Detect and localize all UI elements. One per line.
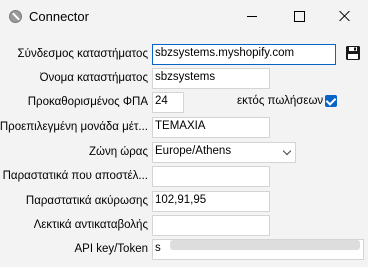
maximize-button[interactable] xyxy=(276,0,322,32)
redacted-token xyxy=(170,240,360,250)
timezone-label: Ζώνη ώρας xyxy=(88,146,148,158)
vat-label: Προκαθορισμένος ΦΠΑ xyxy=(27,96,148,108)
unit-label: Προεπιλεγμένη μονάδα μέτ... xyxy=(0,121,148,133)
maximize-icon xyxy=(293,10,305,22)
timezone-select[interactable]: Europe/Athens xyxy=(152,142,296,163)
refund-label: Λεκτικά αντικαταβολής xyxy=(33,219,148,231)
save-button[interactable] xyxy=(345,45,361,61)
sent-docs-field[interactable] xyxy=(152,166,270,187)
minimize-button[interactable] xyxy=(229,0,275,32)
minimize-icon xyxy=(247,15,257,17)
store-url-label: Σύνδεσμος καταστήματος xyxy=(17,48,148,60)
sent-docs-label: Παραστατικά που αποστέλ... xyxy=(2,170,148,182)
cancel-docs-field[interactable]: 102,91,95 xyxy=(152,191,270,212)
cancel-docs-label: Παραστατικά ακύρωσης xyxy=(25,195,148,207)
unit-field[interactable]: ΤΕΜΑΧΙΑ xyxy=(152,117,270,138)
connector-icon xyxy=(9,10,22,23)
api-key-label: API key/Token xyxy=(74,243,148,255)
window-title: Connector xyxy=(29,9,89,24)
store-name-field[interactable]: sbzsystems xyxy=(152,68,270,89)
close-icon xyxy=(339,10,351,22)
store-name-label: Όνομα καταστήματος xyxy=(39,72,148,84)
close-button[interactable] xyxy=(322,0,368,32)
chevron-down-icon xyxy=(282,146,292,156)
vat-field[interactable]: 24 xyxy=(152,92,184,113)
timezone-value: Europe/Athens xyxy=(155,145,232,157)
store-url-field[interactable]: sbzsystems.myshopify.com xyxy=(152,44,336,65)
title-bar: Connector xyxy=(0,0,368,32)
refund-field[interactable] xyxy=(152,215,270,236)
api-key-value: s xyxy=(155,242,161,254)
save-icon xyxy=(346,46,360,60)
outside-sales-label: εκτός πωλήσεων xyxy=(237,95,324,107)
outside-sales-checkbox[interactable] xyxy=(325,95,337,107)
